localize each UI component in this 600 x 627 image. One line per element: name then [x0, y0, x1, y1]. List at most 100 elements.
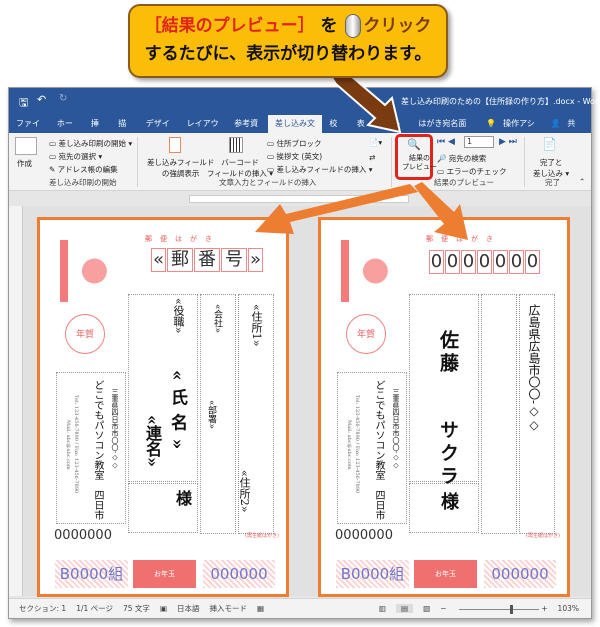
zip-cell: »	[248, 248, 263, 272]
select-recipients-button[interactable]: ▭ 宛先の選択 ▾	[49, 151, 102, 162]
otoshidama-graphic: お年玉	[414, 560, 477, 588]
orange-arrow-right-icon	[414, 182, 468, 240]
record-number-input[interactable]: 1	[464, 136, 494, 148]
zip-digit: 0	[351, 528, 360, 543]
callout-highlight: ［結果のプレビュー］	[144, 16, 315, 36]
find-recipient-button[interactable]: 🔎 宛先の検索	[437, 153, 486, 164]
check-errors-button[interactable]: ▭ エラーのチェック	[437, 166, 506, 177]
preview-results-button[interactable]: 🔍 結果の プレビュー	[395, 134, 437, 180]
company-field: «会社»	[212, 304, 222, 334]
zoom-level[interactable]: 103%	[558, 604, 579, 613]
label: の強調表示	[161, 169, 200, 178]
tab-postcard[interactable]: はがき宛名面印刷	[411, 115, 479, 146]
zip-digit: 0	[62, 528, 71, 543]
zip-code-field: «郵番号»	[151, 248, 264, 272]
tell-me-search[interactable]: 操作アシス	[503, 115, 543, 146]
label: 住所ブロック	[276, 139, 322, 148]
read-mode-icon[interactable]: ▥	[379, 604, 386, 613]
postcard-merge-fields: 郵便はがき 年賀 «郵番号» «役職» «氏名» «連名» 様 «会社» «部署…	[37, 217, 289, 597]
tab-insert[interactable]: 挿入	[84, 115, 111, 146]
postcard-label: 郵便はがき	[145, 235, 220, 243]
zip-digit: 0	[376, 528, 385, 543]
tab-references[interactable]: 参考資料	[227, 115, 268, 146]
address-block-button[interactable]: ▭ 住所ブロック	[267, 138, 321, 149]
zip-cell: 番	[194, 248, 220, 272]
tab-design[interactable]: デザイン	[139, 115, 180, 146]
nenga-mark: 年賀	[65, 314, 105, 354]
web-layout-icon[interactable]: ▧	[423, 604, 430, 613]
tab-draw[interactable]: 描画	[111, 115, 138, 146]
orange-arrow-left-icon	[255, 184, 418, 234]
word-count[interactable]: 75 文字	[123, 603, 150, 614]
zip-digit: 0	[343, 528, 352, 543]
name-field: «氏名»	[167, 370, 187, 458]
zip-digit: 0	[70, 528, 79, 543]
greeting-button[interactable]: ▭ 挨拶文 (英文)	[267, 151, 322, 162]
barcode-icon	[229, 137, 243, 153]
undo-icon[interactable]: ↶	[37, 93, 46, 106]
zoom-slider[interactable]: − +	[440, 604, 548, 614]
next-record-icon[interactable]: ▶ ⏭	[499, 137, 517, 147]
stamp-graphic	[341, 240, 393, 302]
insert-mode[interactable]: 挿入モード	[210, 603, 248, 614]
label: 結果の	[409, 154, 430, 162]
first-record-icon[interactable]: ⏮ ◀	[437, 137, 455, 147]
zip-cell: 郵	[167, 248, 193, 272]
postcard-preview: 郵便はがき 年賀 0000000 佐藤 サクラ 様 広島県広島市〇〇-◇◇ 三重…	[318, 217, 570, 597]
sender-zip: 0000000	[335, 528, 393, 543]
title-field: «役職»	[172, 298, 185, 334]
proofing-icon[interactable]: ▣	[160, 604, 167, 613]
save-icon[interactable]: 🖫	[19, 94, 28, 113]
label: 差し込みフィールド	[147, 158, 215, 167]
finish-merge-icon: 📄	[542, 137, 557, 151]
stamp-graphic	[60, 240, 112, 302]
tab-layout[interactable]: レイアウト	[180, 115, 228, 146]
macro-icon[interactable]: ▦	[257, 604, 264, 613]
zip-digit: 0	[384, 528, 393, 543]
collapse-ribbon-icon[interactable]: ⌃	[579, 177, 585, 186]
tab-mailings[interactable]: 差し込み文書	[268, 115, 323, 146]
page-indicator[interactable]: 1/1 ページ	[76, 603, 113, 614]
label: 宛先の選択	[58, 152, 96, 161]
create-button[interactable]: 作成	[17, 158, 32, 169]
redo-icon[interactable]: ↻	[59, 93, 67, 104]
section-indicator[interactable]: セクション: 1	[19, 603, 66, 614]
share-button[interactable]: 👤共有	[543, 115, 591, 146]
start-merge-button[interactable]: ▭ 差し込み印刷の開始 ▾	[49, 138, 132, 149]
group-label-start: 差し込み印刷の開始	[49, 178, 117, 187]
lottery-number: 000000	[484, 560, 556, 588]
sender-tel: Tel: 123-456-7890 / Fax: 123-456-7890	[73, 395, 79, 494]
sender-address: 三重県四日市市〇〇-◇◇	[392, 388, 400, 470]
joint-name-field: «連名»	[143, 415, 162, 467]
address: 広島県広島市〇〇-◇◇	[527, 304, 541, 433]
edit-list-button[interactable]: ✎ アドレス帳の編集	[49, 164, 118, 175]
highlight-fields-button[interactable]: 差し込みフィールド の強調表示	[147, 157, 214, 179]
title-bar: 🖫 ↶ ↻ 差し込み印刷のための【住所録の作り方】.docx - Word	[9, 88, 600, 115]
zip-digit: 0	[103, 528, 112, 543]
insert-field-button[interactable]: ▭ 差し込みフィールドの挿入 ▾	[267, 164, 373, 175]
zip-cell: 0	[477, 250, 492, 274]
zip-cell: 0	[461, 250, 476, 274]
recycled-label: (再生紙はがき)	[526, 533, 560, 539]
tab-home[interactable]: ホーム	[50, 115, 84, 146]
match-fields-icon[interactable]: ⇄	[369, 153, 375, 162]
tab-file[interactable]: ファイル	[9, 115, 50, 146]
print-layout-icon[interactable]: ▤	[396, 604, 414, 613]
label: 差し込みフィールドの挿入	[276, 165, 367, 174]
sender-tel: Tel: 123-456-7890 / Fax: 123-456-7890	[354, 395, 360, 494]
zip-cell: 0	[493, 250, 508, 274]
label: 宛先の検索	[448, 154, 487, 163]
callout-click-text: クリック	[363, 16, 432, 36]
brown-arrow-icon	[330, 70, 402, 134]
lottery-number: 000000	[203, 560, 275, 588]
zip-cell: 号	[221, 248, 247, 272]
otoshidama-graphic: お年玉	[133, 560, 196, 588]
barcode-field-button[interactable]: バーコード フィールドの挿入 ▾	[207, 157, 273, 179]
group-label-finish: 完了	[545, 178, 560, 187]
vertical-ruler[interactable]	[9, 206, 23, 596]
nenga-mark: 年賀	[346, 314, 386, 354]
finish-merge-button[interactable]: 完了と 差し込み ▾	[533, 157, 569, 179]
label: 完了と	[539, 158, 563, 167]
zip-cell: 0	[509, 250, 524, 274]
language-indicator[interactable]: 日本語	[177, 603, 200, 614]
